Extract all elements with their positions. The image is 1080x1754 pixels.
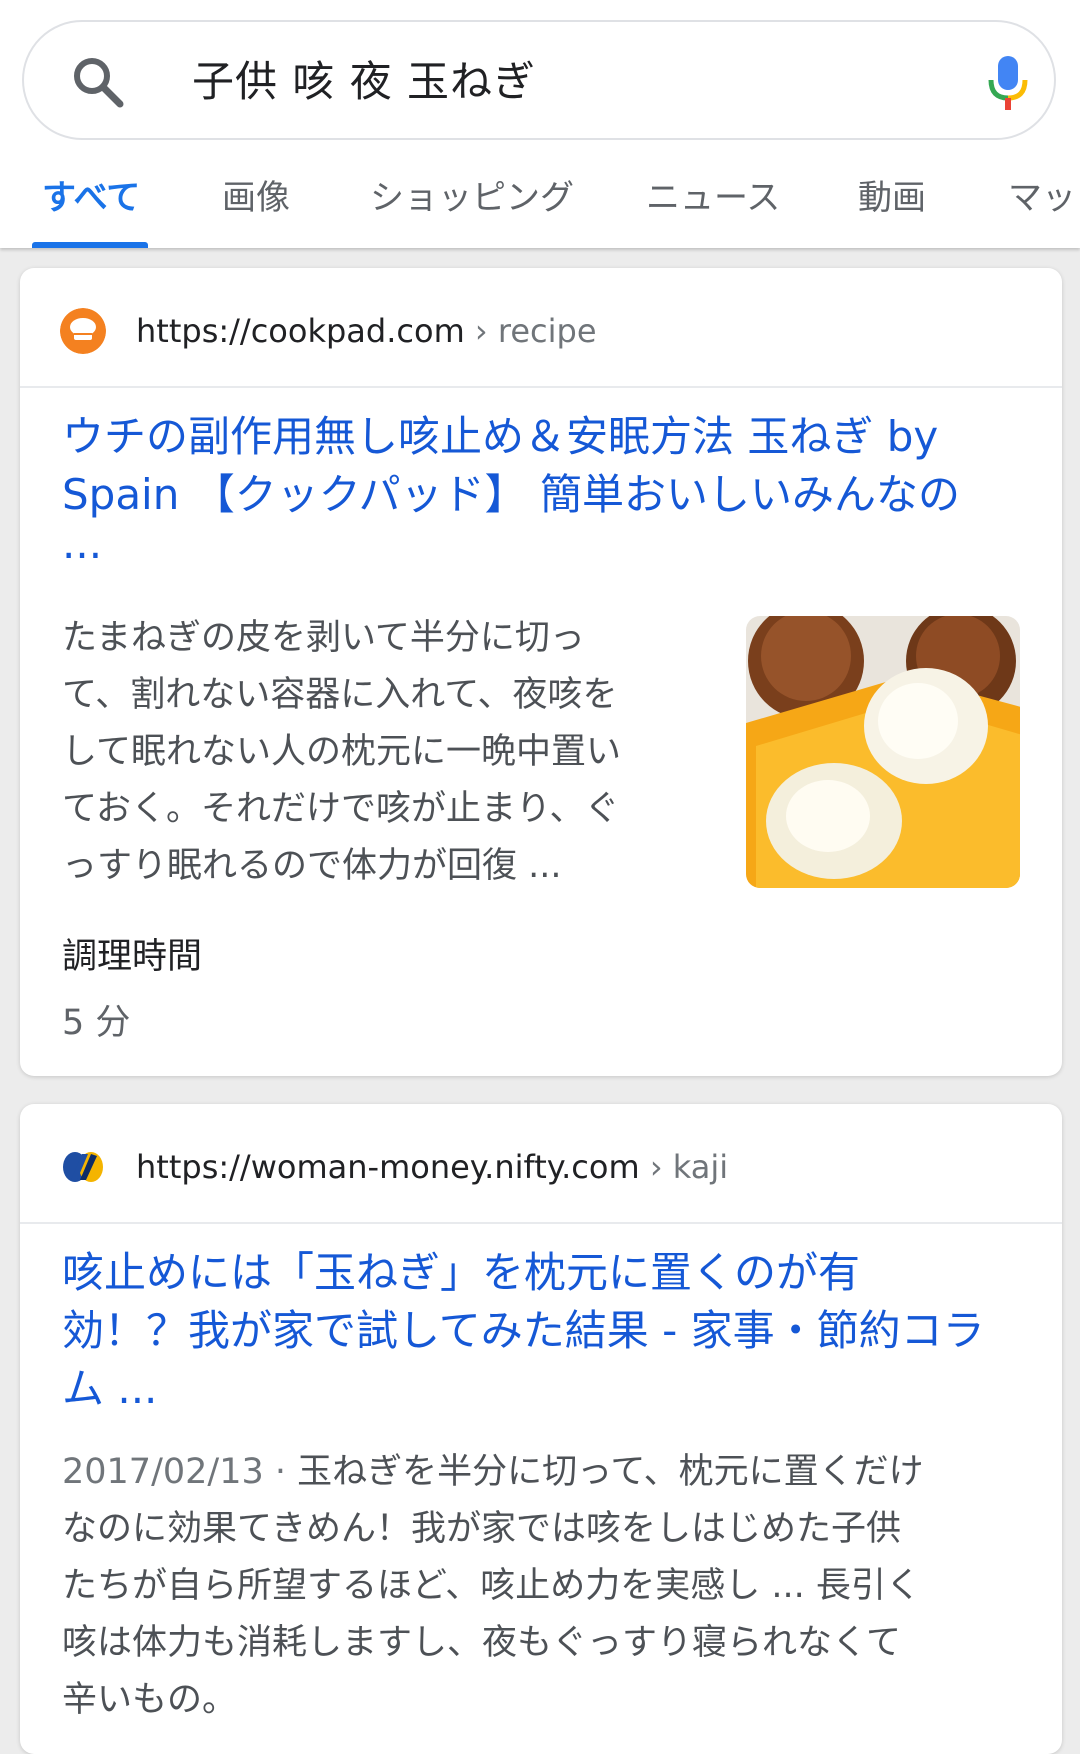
- cookpad-favicon-icon: [60, 308, 106, 354]
- result-source[interactable]: https://woman-money.nifty.com › kaji: [20, 1104, 1062, 1224]
- search-tabs: すべて 画像 ショッピング ニュース 動画 マッ: [0, 170, 1080, 248]
- result-url: https://cookpad.com › recipe: [136, 306, 597, 356]
- result-title-line: Spain 【クックパッド】 簡単おいしいみんなの: [62, 470, 960, 519]
- result-title-link[interactable]: ウチの副作用無し咳止め＆安眠方法 玉ねぎ by Spain 【クックパッド】 簡…: [62, 408, 1022, 568]
- result-title-line: 効！？我が家で試してみた結果 - 家事・節約コラ: [62, 1306, 985, 1355]
- snippet-line: て、割れない容器に入れて、夜咳を: [62, 675, 618, 715]
- result-breadcrumb: › kaji: [649, 1148, 729, 1186]
- cook-time-value: 5 分: [62, 1003, 131, 1043]
- onion-photo-thumbnail[interactable]: [746, 616, 1020, 888]
- result-title-link[interactable]: 咳止めには「玉ねぎ」を枕元に置くのが有 効！？我が家で試してみた結果 - 家事・…: [62, 1244, 1022, 1418]
- result-source[interactable]: https://cookpad.com › recipe: [20, 268, 1062, 388]
- snippet-line: 辛いもの。: [62, 1680, 238, 1720]
- search-icon[interactable]: [68, 52, 128, 112]
- tab-videos[interactable]: 動画: [858, 170, 926, 248]
- tab-images[interactable]: 画像: [222, 170, 290, 248]
- result-title-line: 咳止めには「玉ねぎ」を枕元に置くのが有: [62, 1248, 861, 1297]
- snippet-line: なのに効果てきめん！我が家では咳をしはじめた子供: [62, 1509, 901, 1549]
- snippet-text: 玉ねぎを半分に切って、枕元に置くだけ: [297, 1452, 924, 1492]
- snippet-line: 咳は体力も消耗しますし、夜もぐっすり寝られなくて: [62, 1623, 901, 1663]
- microphone-icon[interactable]: [984, 52, 1032, 114]
- snippet-line: 2017/02/13 · 玉ねぎを半分に切って、枕元に置くだけ: [62, 1444, 1042, 1501]
- snippet-line: たまねぎの皮を剥いて半分に切っ: [62, 618, 585, 658]
- search-header: 子供 咳 夜 玉ねぎ すべて 画像 ショッピング ニュース 動画 マッ: [0, 0, 1080, 248]
- snippet-line: っすり眠れるので体力が回復 ...: [62, 846, 562, 886]
- tab-all[interactable]: すべて: [42, 170, 140, 248]
- tab-shopping[interactable]: ショッピング: [370, 170, 574, 248]
- active-tab-indicator: [32, 242, 148, 248]
- result-domain: https://woman-money.nifty.com: [136, 1148, 640, 1186]
- result-breadcrumb: › recipe: [474, 312, 597, 350]
- result-date: 2017/02/13 ·: [62, 1452, 298, 1492]
- nifty-favicon-icon: [63, 1152, 103, 1182]
- result-url: https://woman-money.nifty.com › kaji: [136, 1142, 728, 1192]
- snippet-line: たちが自ら所望するほど、咳止め力を実感し ... 長引く: [62, 1566, 921, 1606]
- search-result-card: https://woman-money.nifty.com › kaji 咳止め…: [20, 1104, 1062, 1754]
- snippet-line: して眠れない人の枕元に一晩中置い: [62, 732, 621, 772]
- tab-maps[interactable]: マッ: [1008, 170, 1076, 248]
- search-box[interactable]: 子供 咳 夜 玉ねぎ: [22, 20, 1056, 140]
- result-snippet: 2017/02/13 · 玉ねぎを半分に切って、枕元に置くだけ なのに効果てきめ…: [62, 1444, 1042, 1729]
- cook-time-label: 調理時間: [62, 937, 203, 977]
- result-title-line: ...: [62, 519, 103, 568]
- tab-news[interactable]: ニュース: [646, 170, 780, 248]
- snippet-line: ておく。それだけで咳が止まり、ぐ: [62, 789, 620, 829]
- result-title-line: ウチの副作用無し咳止め＆安眠方法 玉ねぎ by: [62, 412, 939, 461]
- search-input[interactable]: 子供 咳 夜 玉ねぎ: [192, 50, 536, 114]
- result-title-line: ム ...: [62, 1364, 158, 1413]
- result-snippet: たまねぎの皮を剥いて半分に切っ て、割れない容器に入れて、夜咳を して眠れない人…: [62, 610, 702, 895]
- result-domain: https://cookpad.com: [136, 312, 465, 350]
- search-result-card: https://cookpad.com › recipe ウチの副作用無し咳止め…: [20, 268, 1062, 1076]
